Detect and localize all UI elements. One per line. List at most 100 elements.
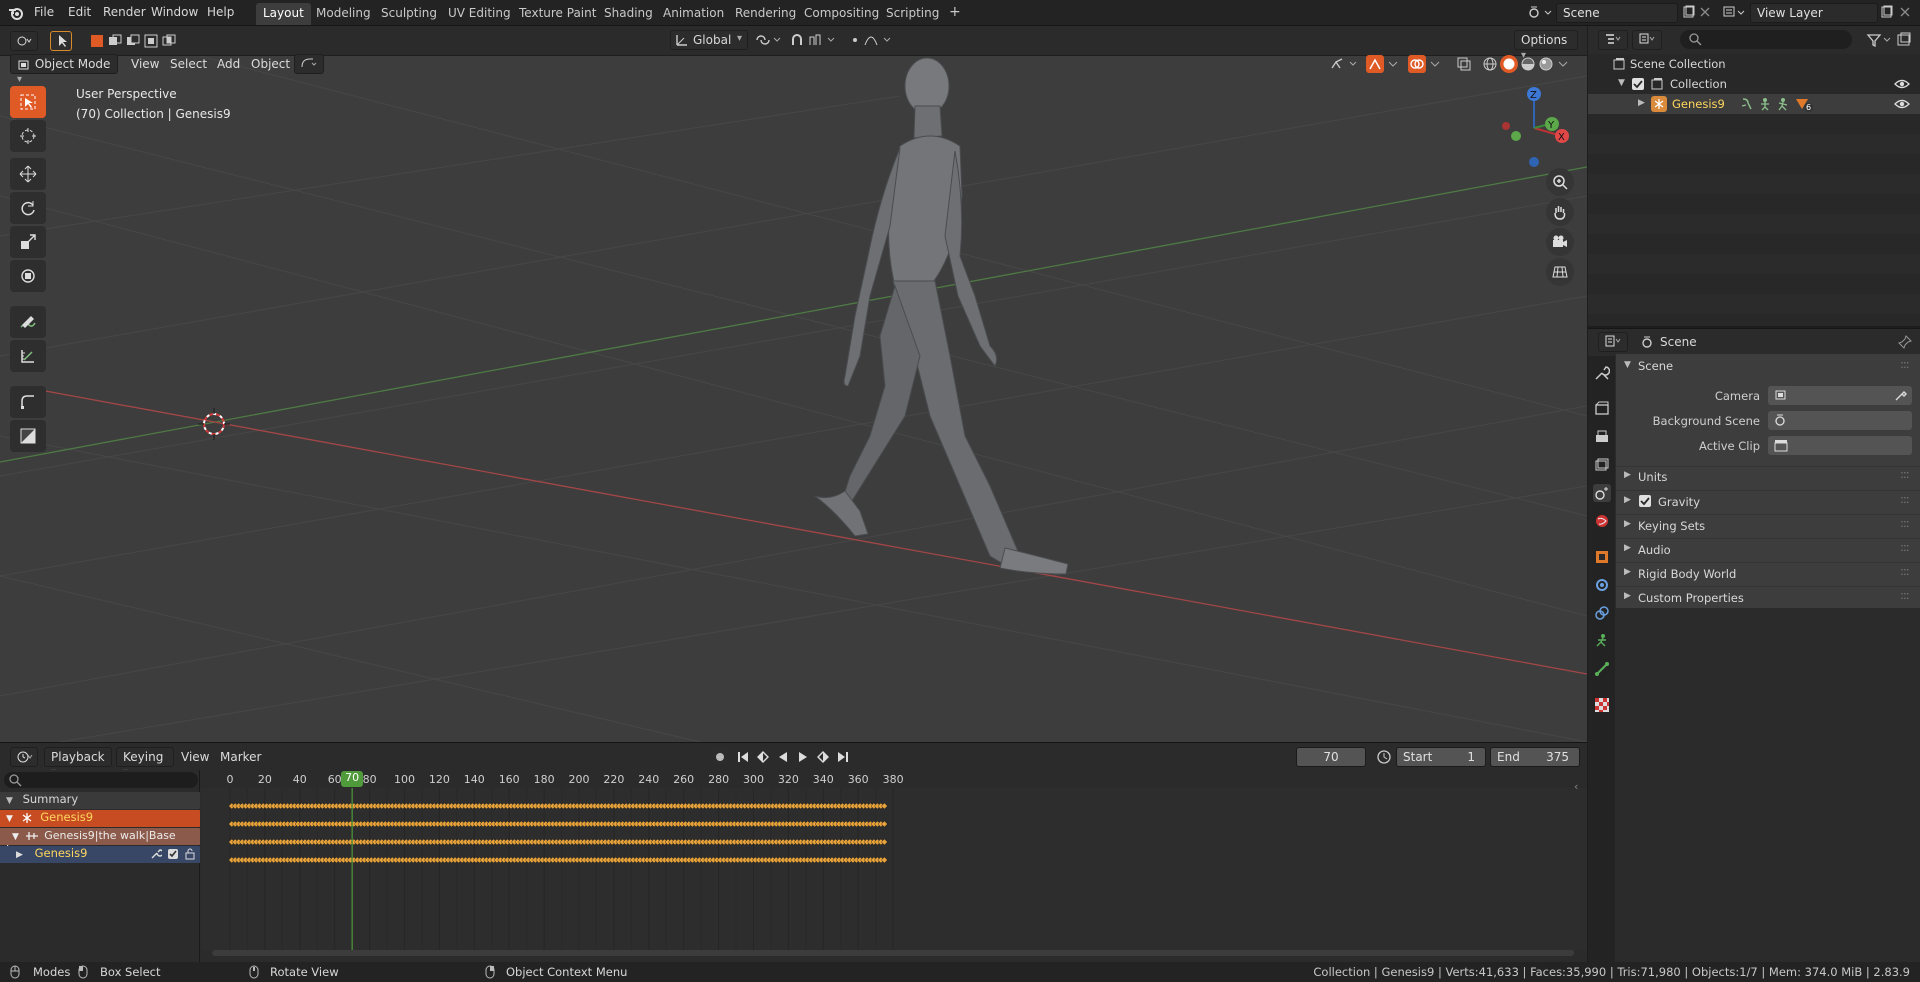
- rigid-body-world-panel-header[interactable]: ▶ Rigid Body World :::: [1616, 562, 1920, 584]
- jump-end-icon[interactable]: [835, 749, 851, 765]
- blender-logo-icon[interactable]: [8, 5, 24, 21]
- current-frame-field[interactable]: 70: [1296, 747, 1366, 767]
- pin-icon[interactable]: [1898, 335, 1912, 349]
- curve-menu-button[interactable]: [294, 54, 324, 74]
- tab-layout[interactable]: Layout: [256, 3, 311, 25]
- drag-handle-icon[interactable]: :::: [1900, 564, 1910, 578]
- eye-icon[interactable]: [1894, 77, 1910, 91]
- pan-button[interactable]: [1546, 198, 1574, 226]
- material-shading-icon[interactable]: [1520, 56, 1536, 72]
- object-tab-icon[interactable]: [1593, 548, 1611, 566]
- cursor-tool[interactable]: [10, 120, 46, 152]
- tab-modeling[interactable]: Modeling: [309, 3, 378, 25]
- drag-handle-icon[interactable]: :::: [1900, 588, 1910, 602]
- tab-rendering[interactable]: Rendering: [728, 3, 803, 25]
- scene-name-field[interactable]: Scene: [1556, 3, 1678, 23]
- properties-editor-type-button[interactable]: [1598, 332, 1628, 352]
- side-collapse-icon[interactable]: ‹: [1574, 780, 1578, 793]
- keying-sets-panel-header[interactable]: ▶ Keying Sets :::: [1616, 514, 1920, 536]
- channel-action[interactable]: ▼ Genesis9|the walk|Base Layer: [0, 828, 200, 856]
- drag-handle-icon[interactable]: :::: [1900, 540, 1910, 554]
- keyframe-diamond[interactable]: [881, 820, 888, 828]
- channel-summary[interactable]: ▼ Summary: [0, 792, 200, 809]
- jump-start-icon[interactable]: [735, 749, 751, 765]
- lock-icon[interactable]: [184, 848, 196, 860]
- delete-view-layer-icon[interactable]: [1898, 5, 1912, 19]
- move-tool[interactable]: [10, 158, 46, 190]
- end-frame-field[interactable]: End 375: [1490, 747, 1580, 767]
- menu-render[interactable]: Render: [103, 5, 146, 19]
- tool-tab-icon[interactable]: [1593, 364, 1611, 382]
- armature-tab-icon[interactable]: [1593, 660, 1611, 678]
- menu-edit[interactable]: Edit: [68, 5, 91, 19]
- gizmo-dropdown-icon[interactable]: [1386, 56, 1400, 72]
- view-layer-icon[interactable]: [1722, 4, 1748, 20]
- keyframe-diamond[interactable]: [881, 802, 888, 810]
- checkbox-icon[interactable]: [167, 848, 179, 860]
- timeline-scrollbar[interactable]: [212, 950, 1574, 956]
- wrench-icon[interactable]: [150, 848, 162, 860]
- drag-handle-icon[interactable]: :::: [1900, 467, 1910, 481]
- outliner-editor-type-button[interactable]: [1598, 30, 1628, 50]
- solid-shading-icon[interactable]: [1500, 55, 1518, 73]
- prev-keyframe-icon[interactable]: [755, 749, 771, 765]
- 3d-cursor[interactable]: [198, 408, 230, 440]
- viewport-menu-select[interactable]: Select: [170, 57, 207, 71]
- object-mode-dropdown[interactable]: Object Mode ▾: [10, 54, 118, 85]
- falloff-curve-icon[interactable]: [864, 33, 894, 47]
- display-mode-button[interactable]: [1632, 30, 1662, 50]
- drag-handle-icon[interactable]: :::: [1900, 357, 1910, 371]
- options-dropdown[interactable]: Options ▾: [1514, 30, 1578, 61]
- viewport-menu-view[interactable]: View: [131, 57, 159, 71]
- add-cube-tool[interactable]: [10, 386, 46, 418]
- add-workspace-button[interactable]: +: [942, 3, 968, 25]
- modifiers-tab-icon[interactable]: [1593, 576, 1611, 594]
- select-mode-subtract-icon[interactable]: [126, 34, 140, 48]
- outliner-scene-collection[interactable]: Scene Collection: [1588, 54, 1920, 74]
- viewport-menu-object[interactable]: Object: [251, 57, 290, 71]
- output-tab-icon[interactable]: [1593, 428, 1611, 446]
- texture-tab-icon[interactable]: [1593, 696, 1611, 714]
- menu-help[interactable]: Help: [207, 5, 234, 19]
- start-frame-field[interactable]: Start 1: [1396, 747, 1486, 767]
- proportional-edit-icon[interactable]: [848, 33, 862, 47]
- rotate-tool[interactable]: [10, 192, 46, 224]
- play-icon[interactable]: [795, 749, 811, 765]
- tab-compositing[interactable]: Compositing: [797, 3, 886, 25]
- shear-tool[interactable]: [10, 420, 46, 452]
- scene-tab-icon[interactable]: [1593, 484, 1611, 502]
- menu-file[interactable]: File: [34, 5, 54, 19]
- units-panel-header[interactable]: ▶ Units :::: [1616, 466, 1920, 488]
- tab-scripting[interactable]: Scripting: [879, 3, 946, 25]
- ortho-toggle-button[interactable]: [1546, 258, 1574, 286]
- record-button[interactable]: [712, 749, 728, 765]
- keying-menu[interactable]: Keying ▾: [116, 747, 174, 778]
- physics-tab-icon[interactable]: [1593, 632, 1611, 650]
- scene-icon[interactable]: [1528, 4, 1554, 20]
- rendered-shading-icon[interactable]: [1538, 56, 1554, 72]
- outliner-search-input[interactable]: [1680, 30, 1852, 49]
- show-gizmo-icon[interactable]: [1330, 56, 1360, 72]
- menu-window[interactable]: Window: [151, 5, 198, 19]
- outliner-genesis9[interactable]: ▶ Genesis9 6: [1588, 94, 1920, 114]
- drag-handle-icon[interactable]: :::: [1900, 516, 1910, 530]
- overlay-toggle-icon[interactable]: [1408, 55, 1426, 73]
- play-reverse-icon[interactable]: [775, 749, 791, 765]
- next-keyframe-icon[interactable]: [815, 749, 831, 765]
- new-scene-icon[interactable]: [1682, 5, 1696, 19]
- keyframe-diamond[interactable]: [881, 856, 888, 864]
- tab-uv-editing[interactable]: UV Editing: [441, 3, 518, 25]
- channel-genesis9-group[interactable]: ▶ Genesis9: [0, 846, 200, 863]
- background-scene-field[interactable]: [1768, 411, 1912, 430]
- timeline-editor-type-button[interactable]: [10, 747, 38, 767]
- new-view-layer-icon[interactable]: [1880, 5, 1894, 19]
- constraints-tab-icon[interactable]: [1593, 604, 1611, 622]
- view-layer-field[interactable]: View Layer: [1750, 3, 1878, 23]
- select-mode-invert-icon[interactable]: [144, 34, 158, 48]
- navigation-gizmo[interactable]: Z X Y: [1494, 86, 1580, 172]
- new-collection-icon[interactable]: [1896, 32, 1912, 48]
- custom-properties-panel-header[interactable]: ▶ Custom Properties :::: [1616, 586, 1920, 608]
- wireframe-shading-icon[interactable]: [1482, 56, 1498, 72]
- delete-scene-icon[interactable]: [1698, 5, 1712, 19]
- genesis9-figure[interactable]: [814, 57, 1069, 575]
